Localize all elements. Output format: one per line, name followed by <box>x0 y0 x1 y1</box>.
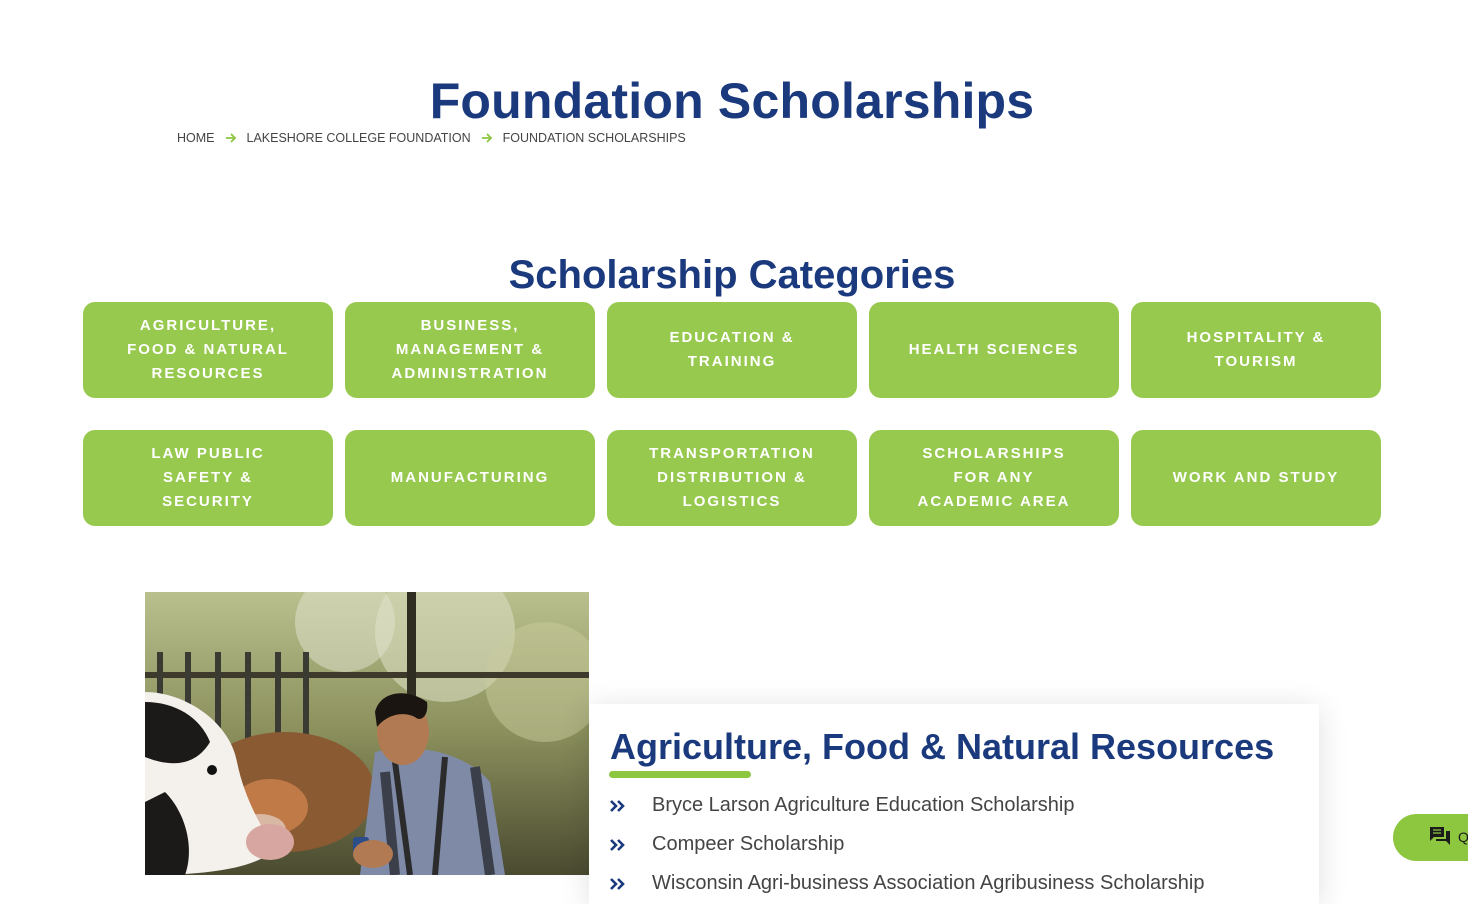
agriculture-card: Agriculture, Food & Natural Resources Br… <box>589 704 1319 904</box>
category-business-button[interactable]: BUSINESS, MANAGEMENT & ADMINISTRATION <box>345 302 595 398</box>
category-agriculture-button[interactable]: AGRICULTURE, FOOD & NATURAL RESOURCES <box>83 302 333 398</box>
chat-bubble-icon <box>1429 826 1451 851</box>
chat-widget-button[interactable]: Q <box>1393 814 1468 861</box>
agriculture-photo <box>145 592 589 875</box>
category-any-area-button[interactable]: SCHOLARSHIPS FOR ANY ACADEMIC AREA <box>869 430 1119 526</box>
scholarship-name: Bryce Larson Agriculture Education Schol… <box>652 794 1075 816</box>
scholarship-item[interactable]: Bryce Larson Agriculture Education Schol… <box>609 786 1205 825</box>
category-work-study-button[interactable]: WORK AND STUDY <box>1131 430 1381 526</box>
scholarship-name: Wisconsin Agri-business Association Agri… <box>652 872 1205 894</box>
double-chevron-right-icon <box>609 838 652 852</box>
category-health-button[interactable]: HEALTH SCIENCES <box>869 302 1119 398</box>
arrow-right-icon <box>225 132 237 145</box>
agriculture-card-title: Agriculture, Food & Natural Resources <box>610 726 1275 767</box>
categories-heading: Scholarship Categories <box>508 253 956 298</box>
category-education-button[interactable]: EDUCATION & TRAINING <box>607 302 857 398</box>
scholarship-list: Bryce Larson Agriculture Education Schol… <box>609 786 1205 903</box>
title-underline <box>609 771 751 778</box>
breadcrumb-foundation[interactable]: LAKESHORE COLLEGE FOUNDATION <box>247 131 471 145</box>
arrow-right-icon <box>481 132 493 145</box>
category-law-button[interactable]: LAW PUBLIC SAFETY & SECURITY <box>83 430 333 526</box>
scholarship-item[interactable]: Compeer Scholarship <box>609 825 1205 864</box>
category-grid: AGRICULTURE, FOOD & NATURAL RESOURCES BU… <box>83 302 1381 526</box>
scholarship-name: Compeer Scholarship <box>652 833 845 855</box>
page-title: Foundation Scholarships <box>429 72 1035 129</box>
double-chevron-right-icon <box>609 877 652 891</box>
breadcrumb: HOME LAKESHORE COLLEGE FOUNDATION FOUNDA… <box>177 130 686 146</box>
breadcrumb-home[interactable]: HOME <box>177 131 215 145</box>
double-chevron-right-icon <box>609 799 652 813</box>
category-hospitality-button[interactable]: HOSPITALITY & TOURISM <box>1131 302 1381 398</box>
scholarship-item[interactable]: Wisconsin Agri-business Association Agri… <box>609 864 1205 903</box>
category-manufacturing-button[interactable]: MANUFACTURING <box>345 430 595 526</box>
category-transportation-button[interactable]: TRANSPORTATION DISTRIBUTION & LOGISTICS <box>607 430 857 526</box>
chat-label: Q <box>1458 829 1468 845</box>
breadcrumb-current: FOUNDATION SCHOLARSHIPS <box>502 131 686 145</box>
